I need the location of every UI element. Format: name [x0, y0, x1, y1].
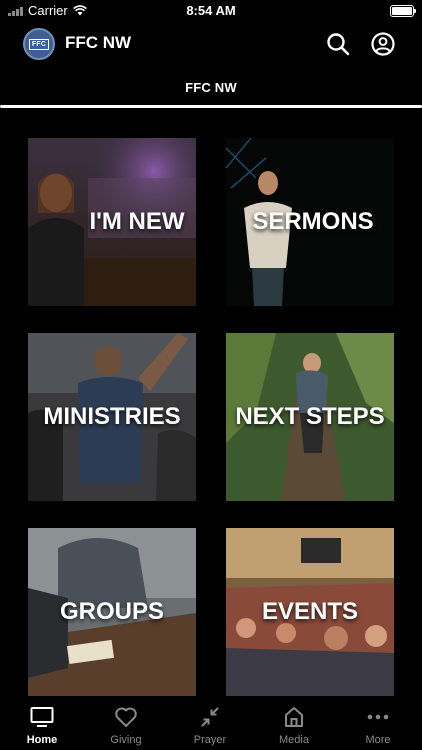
heart-icon [115, 707, 137, 727]
collapse-arrows-icon [201, 707, 219, 727]
tile-sermons[interactable]: SERMONS [226, 138, 394, 306]
nav-giving-label: Giving [110, 734, 142, 746]
tab-underline [0, 105, 422, 108]
logo-text: FFC [28, 38, 50, 50]
nav-giving[interactable]: Giving [84, 706, 168, 746]
account-icon[interactable] [370, 31, 396, 57]
ffc-logo[interactable]: FFC [23, 28, 55, 60]
battery-icon [390, 5, 416, 17]
tile-next-steps[interactable]: NEXT STEPS [226, 333, 394, 501]
monitor-icon [30, 707, 54, 727]
tile-groups-label: GROUPS [59, 598, 164, 625]
tile-im-new[interactable]: I'M NEW [28, 138, 196, 306]
nav-more[interactable]: More [336, 706, 420, 746]
status-bar: Carrier 8:54 AM [0, 0, 422, 22]
bottom-nav: Home Giving Prayer Media More [0, 696, 422, 750]
tile-events-label: EVENTS [261, 598, 359, 625]
more-dots-icon [367, 714, 389, 720]
app-header: FFC FFC NW [0, 26, 422, 62]
tile-next-steps-label: NEXT STEPS [235, 403, 385, 430]
tile-groups[interactable]: GROUPS [28, 528, 196, 696]
tab-ffc-nw[interactable]: FFC NW [0, 80, 422, 95]
app-title: FFC NW [65, 33, 132, 52]
status-time: 8:54 AM [186, 3, 236, 18]
tile-events[interactable]: EVENTS [226, 528, 394, 696]
nav-more-label: More [365, 734, 391, 746]
nav-home-label: Home [26, 734, 58, 746]
house-icon [285, 707, 303, 727]
nav-media[interactable]: Media [252, 706, 336, 746]
search-icon[interactable] [325, 31, 351, 57]
tile-ministries[interactable]: MINISTRIES [28, 333, 196, 501]
nav-prayer-label: Prayer [193, 734, 227, 746]
nav-home[interactable]: Home [0, 706, 84, 746]
tile-ministries-label: MINISTRIES [43, 403, 181, 430]
nav-media-label: Media [279, 734, 309, 746]
nav-prayer[interactable]: Prayer [168, 706, 252, 746]
tile-sermons-label: SERMONS [252, 208, 374, 235]
tile-im-new-label: I'M NEW [89, 208, 185, 235]
